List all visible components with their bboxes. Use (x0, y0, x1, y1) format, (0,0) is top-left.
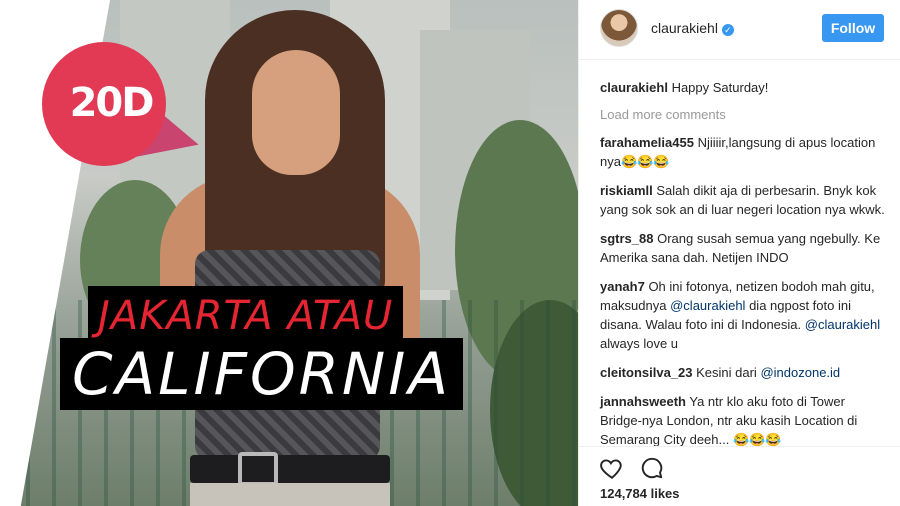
comment-mention[interactable]: @claurakiehl (805, 317, 880, 332)
comment-username[interactable]: cleitonsilva_23 (600, 365, 693, 380)
verified-badge-icon: ✓ (721, 24, 734, 36)
person-pants (190, 483, 390, 506)
comment-username[interactable]: yanah7 (600, 279, 645, 294)
list-item: cleitonsilva_23 Kesini dari @indozone.id (600, 363, 885, 382)
post-username[interactable]: claurakiehl ✓ (651, 20, 734, 36)
comment-text: Kesini dari (696, 365, 757, 380)
caption-username[interactable]: claurakiehl (600, 80, 668, 95)
comment-username[interactable]: sgtrs_88 (600, 231, 653, 246)
headline-line-2: CALIFORNIA (60, 338, 464, 410)
heart-icon[interactable] (599, 455, 625, 481)
person-belt (190, 455, 390, 483)
comment-mention[interactable]: @claurakiehl (670, 298, 745, 313)
load-more-comments-link[interactable]: Load more comments (600, 105, 885, 124)
headline-line-1: JAKARTA ATAU (88, 286, 404, 346)
list-item: yanah7 Oh ini fotonya, netizen bodoh mah… (600, 277, 885, 353)
comment-icon[interactable] (639, 455, 665, 481)
instagram-post-panel: claurakiehl ✓ Follow claurakiehl Happy Sa… (578, 0, 900, 506)
list-item: farahamelia455 Njiiiir,langsung di apus … (600, 133, 885, 171)
post-actions: 124,784 likes (579, 446, 900, 506)
username-text[interactable]: claurakiehl (651, 20, 718, 36)
comments-list: claurakiehl Happy Saturday! Load more co… (600, 78, 885, 459)
list-item: jannahsweeth Ya ntr klo aku foto di Towe… (600, 392, 885, 449)
comment-username[interactable]: farahamelia455 (600, 135, 694, 150)
comment-text: always love u (600, 336, 679, 351)
avatar[interactable] (600, 9, 638, 47)
belt-buckle (238, 452, 278, 486)
list-item: riskiamll Salah dikit aja di perbesarin.… (600, 181, 885, 219)
likes-count[interactable]: 124,784 likes (600, 486, 680, 501)
comment-mention[interactable]: @indozone.id (760, 365, 840, 380)
comment-username[interactable]: jannahsweeth (600, 394, 686, 409)
person-face (252, 50, 340, 175)
comment-username[interactable]: riskiamll (600, 183, 653, 198)
caption-text: Happy Saturday! (671, 80, 769, 95)
list-item: sgtrs_88 Orang susah semua yang ngebully… (600, 229, 885, 267)
caption: claurakiehl Happy Saturday! (600, 78, 885, 97)
logo-text: 20D (69, 80, 155, 126)
follow-button[interactable]: Follow (822, 14, 884, 42)
post-header: claurakiehl ✓ Follow (579, 0, 900, 60)
